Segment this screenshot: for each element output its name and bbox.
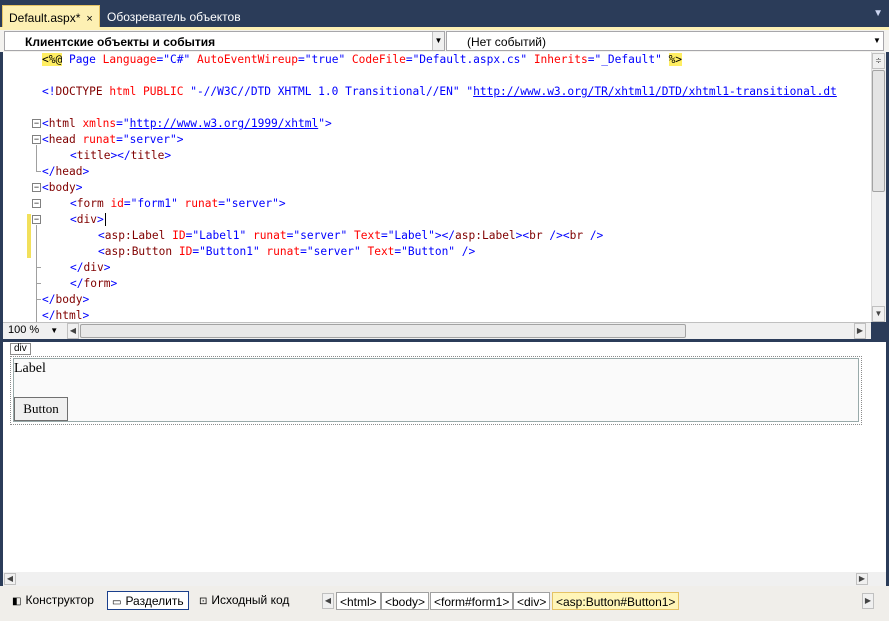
code-line-1: <%@ Page Language="C#" AutoEventWireup="… <box>42 53 683 66</box>
scroll-right-icon[interactable]: ▶ <box>854 323 866 339</box>
events-dropdown[interactable]: (Нет событий) ▼ <box>446 31 884 51</box>
code-line-6: <head runat="server"> <box>42 133 184 146</box>
code-line-8: </head> <box>42 165 90 178</box>
asp-button-control[interactable]: Button <box>14 397 68 421</box>
zoom-level-dropdown[interactable]: 100 % ▼ <box>8 324 58 336</box>
design-icon: ◧ <box>12 596 22 607</box>
breadcrumb-div[interactable]: <div> <box>513 592 551 610</box>
code-line-13: <asp:Button ID="Button1" runat="server" … <box>98 245 476 258</box>
client-objects-value: Клиентские объекты и события <box>25 35 216 49</box>
code-line-17: </html> <box>42 309 90 322</box>
fold-guide <box>36 225 37 322</box>
scroll-left-icon[interactable]: ◀ <box>4 573 16 585</box>
chevron-down-icon[interactable]: ▼ <box>871 32 883 50</box>
fold-guide-end <box>36 299 41 300</box>
breadcrumb-form[interactable]: <form#form1> <box>430 592 514 610</box>
code-line-15: </form> <box>70 277 118 290</box>
view-label: Исходный код <box>211 593 290 607</box>
text-cursor <box>104 213 106 226</box>
split-view-button[interactable]: ▭ Разделить <box>107 591 189 610</box>
collapse-div-icon[interactable]: − <box>32 215 41 224</box>
collapse-html-icon[interactable]: − <box>32 119 41 128</box>
split-icon: ▭ <box>112 597 122 608</box>
source-view-button[interactable]: ⊡ Исходный код <box>195 591 293 610</box>
view-label: Конструктор <box>25 593 94 607</box>
split-editor-icon[interactable]: ≑ <box>872 53 885 69</box>
code-line-11: <div> <box>70 213 106 226</box>
change-marker <box>27 214 31 258</box>
chevron-down-icon[interactable]: ▼ <box>432 32 444 50</box>
fold-guide-end <box>36 267 41 268</box>
code-line-9: <body> <box>42 181 83 194</box>
div-content-area[interactable] <box>13 358 859 422</box>
vertical-scroll-thumb[interactable] <box>872 70 885 192</box>
fold-guide <box>36 145 37 171</box>
close-icon[interactable]: × <box>86 13 92 25</box>
collapse-body-icon[interactable]: − <box>32 183 41 192</box>
code-line-12: <asp:Label ID="Label1" runat="server" Te… <box>98 229 604 242</box>
scroll-right-icon[interactable]: ▶ <box>856 573 868 585</box>
code-line-7: <title></title> <box>70 149 172 162</box>
scroll-left-icon[interactable]: ◀ <box>322 593 334 609</box>
design-view-button[interactable]: ◧ Конструктор <box>8 591 98 610</box>
breadcrumb-asp-button[interactable]: <asp:Button#Button1> <box>552 592 680 610</box>
fold-guide-end <box>36 283 41 284</box>
fold-guide-end <box>36 171 41 172</box>
scroll-down-icon[interactable]: ▼ <box>872 306 885 322</box>
breadcrumb-body[interactable]: <body> <box>381 592 430 610</box>
asp-label-control[interactable]: Label <box>14 361 46 377</box>
scroll-left-icon[interactable]: ◀ <box>67 323 79 339</box>
view-label: Разделить <box>125 594 184 608</box>
code-line-3: <!DOCTYPE html PUBLIC "-//W3C//DTD XHTML… <box>42 85 837 98</box>
chevron-down-icon[interactable]: ▼ <box>50 326 58 335</box>
code-line-16: </body> <box>42 293 90 306</box>
source-icon: ⊡ <box>199 596 208 607</box>
horizontal-scroll-thumb[interactable] <box>80 324 686 338</box>
design-horizontal-scrollbar[interactable] <box>3 572 886 586</box>
client-objects-dropdown[interactable]: Клиентские объекты и события ▼ <box>4 31 445 51</box>
collapse-head-icon[interactable]: − <box>32 135 41 144</box>
tab-list-dropdown-icon[interactable]: ▼ <box>873 8 883 19</box>
code-line-5: <html xmlns="http://www.w3.org/1999/xhtm… <box>42 117 332 130</box>
tab-label: Default.aspx* <box>9 11 81 25</box>
tab-default-aspx[interactable]: Default.aspx* × <box>2 5 100 27</box>
code-line-14: </div> <box>70 261 111 274</box>
zoom-level-value: 100 % <box>8 324 40 336</box>
tab-object-browser[interactable]: Обозреватель объектов <box>103 7 245 27</box>
scroll-right-icon[interactable]: ▶ <box>862 593 874 609</box>
code-line-10: <form id="form1" runat="server"> <box>70 197 286 210</box>
collapse-form-icon[interactable]: − <box>32 199 41 208</box>
breadcrumb-html[interactable]: <html> <box>336 592 381 610</box>
div-tag-label[interactable]: div <box>10 343 31 355</box>
source-code-editor[interactable]: − − − − − <%@ Page Language="C#" AutoEve… <box>3 52 871 322</box>
events-value: (Нет событий) <box>467 35 546 49</box>
